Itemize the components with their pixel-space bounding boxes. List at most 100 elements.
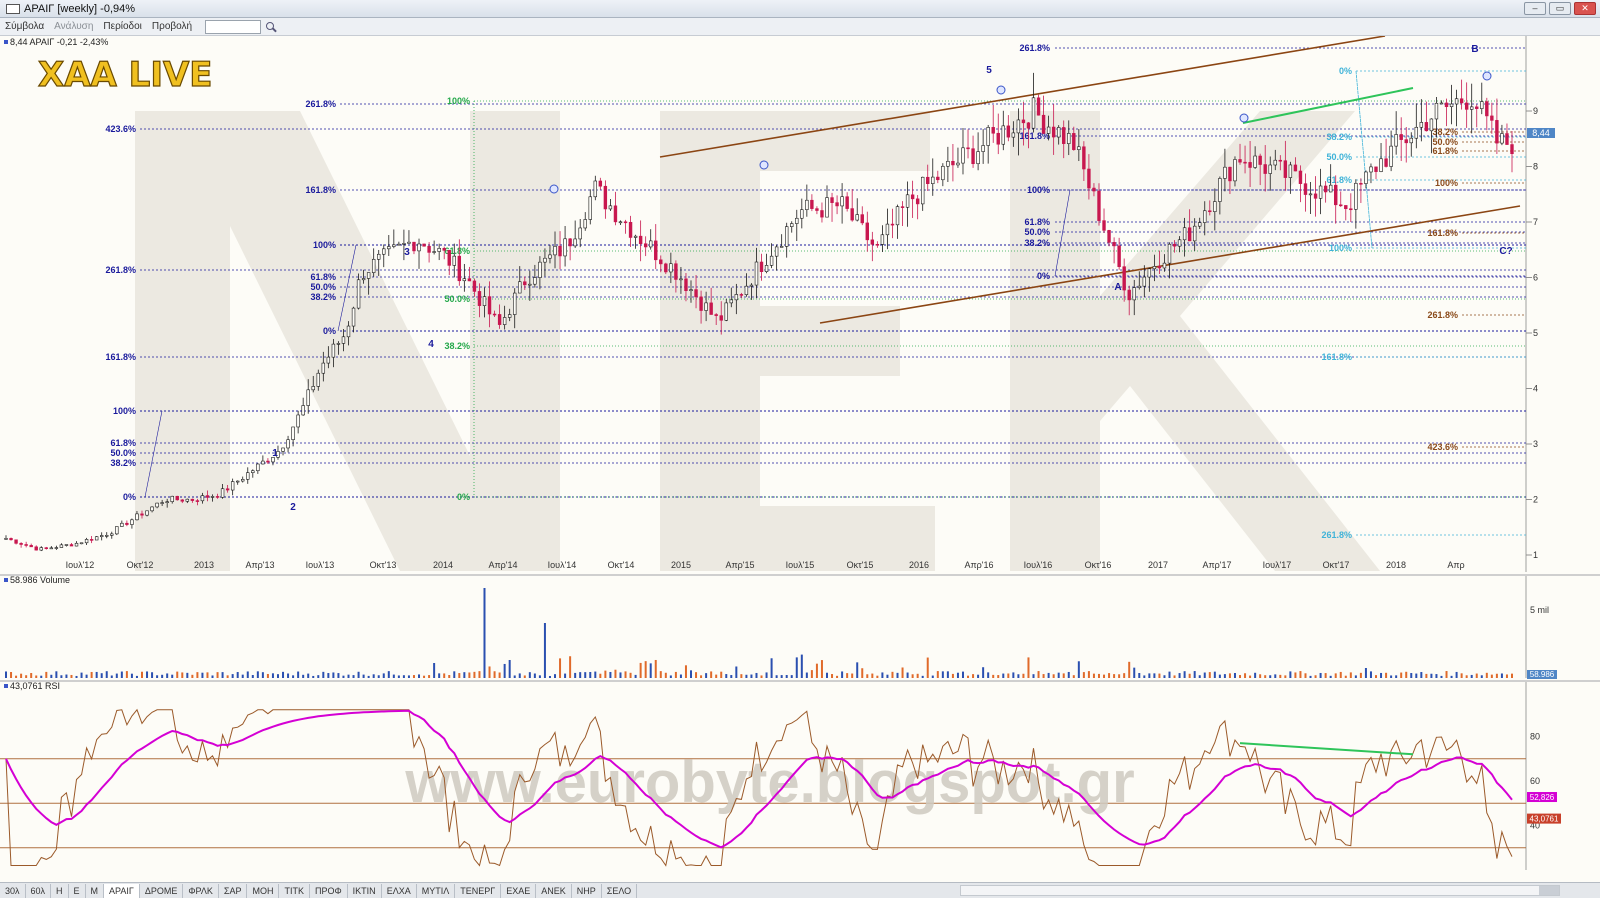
menu-view[interactable]: Προβολή — [147, 21, 197, 32]
y-tick-label: 7 — [1533, 217, 1538, 227]
candle-body — [1439, 102, 1444, 105]
volume-bar — [644, 661, 647, 678]
tab-0[interactable]: 30λ — [0, 883, 26, 898]
x-tick-label: 2015 — [671, 560, 691, 570]
candle-body — [482, 296, 487, 306]
volume-bar — [176, 671, 179, 678]
candle-body — [1334, 184, 1338, 206]
candle-body — [1434, 102, 1439, 120]
search-icon[interactable] — [265, 21, 277, 33]
tab-17[interactable]: ΑΝΕΚ — [536, 883, 572, 898]
tab-6[interactable]: ΔΡΟΜΕ — [140, 883, 184, 898]
chart-svg[interactable]: 9 8 7 6 5 4 3 2 1 Ιουλ'12 Οκτ'12 2013 Απρ'13 Ιουλ'13 Ο… — [0, 36, 1600, 882]
x-tick-label: Οκτ'17 — [1323, 560, 1350, 570]
volume-bar — [45, 671, 48, 678]
tab-12[interactable]: ΙΚΤΙΝ — [348, 883, 382, 898]
candle-body — [845, 196, 849, 209]
chart-area[interactable]: 9 8 7 6 5 4 3 2 1 Ιουλ'12 Οκτ'12 2013 Απρ'13 Ιουλ'13 Ο… — [0, 36, 1600, 882]
candle-body — [588, 196, 592, 220]
x-tick-label: Ιουλ'13 — [306, 560, 335, 570]
x-tick-label: Ιουλ'17 — [1263, 560, 1292, 570]
fib-label-left: 100% — [313, 240, 336, 250]
volume-bar — [1087, 671, 1090, 678]
volume-bar — [987, 672, 990, 678]
tab-5[interactable]: ΑΡΑΙΓ — [104, 883, 140, 898]
volume-bar — [599, 673, 602, 678]
volume-bar — [579, 672, 582, 678]
volume-bar — [125, 671, 128, 678]
candle-body — [230, 481, 235, 491]
wave-label: 3 — [404, 247, 410, 258]
candle-body — [427, 245, 431, 253]
candle-body — [578, 227, 582, 240]
volume-bar — [715, 674, 718, 678]
candle-body — [1288, 164, 1293, 178]
volume-bar — [1400, 672, 1403, 678]
tab-1[interactable]: 60λ — [26, 883, 52, 898]
candle-body — [205, 495, 210, 498]
volume-bar — [765, 672, 768, 678]
volume-bar — [80, 672, 83, 678]
tab-8[interactable]: ΣΑΡ — [219, 883, 248, 898]
candle-body — [1278, 159, 1283, 162]
menu-symbols[interactable]: Σύμβολα — [0, 21, 49, 32]
volume-bar — [1123, 673, 1126, 678]
tab-10[interactable]: ΤΙΤΚ — [279, 883, 310, 898]
tab-18[interactable]: ΝΗΡ — [572, 883, 602, 898]
volume-bar — [1017, 674, 1020, 678]
volume-bar — [841, 671, 844, 678]
tab-15[interactable]: ΤΕΝΕΡΓ — [455, 883, 502, 898]
close-button[interactable]: ✕ — [1574, 2, 1596, 15]
candle-body — [513, 292, 517, 315]
candle-body — [774, 246, 779, 257]
candle-body — [1283, 160, 1288, 178]
volume-bar — [1198, 675, 1201, 678]
candle-body — [49, 547, 54, 550]
tab-2[interactable]: Η — [51, 883, 69, 898]
minimize-button[interactable]: – — [1524, 2, 1546, 15]
candle-body — [9, 538, 13, 541]
candle-body — [734, 294, 739, 301]
y-tick-label: 5 — [1533, 328, 1538, 338]
tab-14[interactable]: ΜΥΤΙΛ — [417, 883, 456, 898]
candle-body — [306, 389, 310, 406]
volume-bar — [1158, 673, 1161, 678]
candle-body — [926, 176, 930, 184]
tab-7[interactable]: ΦΡΛΚ — [183, 883, 219, 898]
candle-body — [1485, 101, 1489, 117]
volume-bar — [1364, 668, 1367, 678]
menu-analysis[interactable]: Ανάλυση — [49, 21, 98, 32]
candle-body — [4, 538, 8, 540]
candle-body — [951, 160, 955, 166]
tab-16[interactable]: ΕΧΑΕ — [501, 883, 537, 898]
volume-bar — [1500, 673, 1503, 678]
volume-bar — [1314, 675, 1317, 678]
candle-body — [301, 405, 305, 416]
fib-label-brown: 423.6% — [1427, 442, 1458, 452]
fib-label-left: 161.8% — [105, 352, 136, 362]
volume-bar — [181, 672, 184, 678]
volume-bar — [1420, 672, 1423, 678]
tab-19[interactable]: ΣΕΛΟ — [602, 883, 638, 898]
scrollbar-thumb[interactable] — [1539, 886, 1559, 895]
tab-11[interactable]: ΠΡΟΦ — [310, 883, 348, 898]
volume-bar — [956, 672, 959, 678]
tab-4[interactable]: Μ — [86, 883, 105, 898]
candle-body — [331, 343, 336, 358]
window-titlebar: ΑΡΑΙΓ [weekly] -0,94% – ▭ ✕ — [0, 0, 1600, 18]
pivot-marker — [996, 85, 1006, 95]
menu-periods[interactable]: Περίοδοι — [98, 21, 147, 32]
candle-body — [1248, 162, 1252, 168]
volume-bar — [302, 674, 305, 678]
tab-13[interactable]: ΕΛΧΑ — [382, 883, 417, 898]
maximize-button[interactable]: ▭ — [1549, 2, 1571, 15]
symbol-search-input[interactable] — [205, 19, 262, 34]
tab-3[interactable]: Ε — [69, 883, 86, 898]
candle-body — [875, 243, 880, 246]
volume-bar — [810, 670, 813, 678]
volume-bar — [1440, 675, 1443, 678]
horizontal-scrollbar[interactable] — [960, 885, 1560, 896]
candle-body — [674, 263, 678, 280]
candle-body — [1409, 137, 1413, 144]
tab-9[interactable]: ΜΟΗ — [247, 883, 280, 898]
